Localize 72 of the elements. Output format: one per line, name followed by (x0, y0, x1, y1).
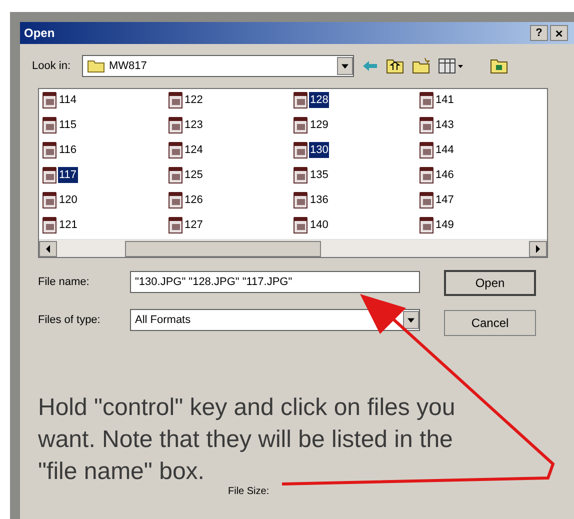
up-folder-icon[interactable] (386, 58, 404, 74)
image-file-icon (42, 191, 58, 209)
desktop-folder-icon[interactable] (490, 58, 508, 74)
file-item[interactable]: 115 (58, 116, 78, 134)
image-file-icon (418, 141, 434, 159)
right-arrow-icon (535, 244, 541, 252)
file-name-label: File name: (38, 274, 90, 290)
image-file-icon (42, 141, 58, 159)
window-title: Open (24, 25, 55, 42)
image-file-icon (418, 166, 434, 184)
image-file-icon (293, 91, 309, 109)
image-file-icon (293, 141, 309, 159)
file-item[interactable]: 149 (434, 216, 455, 234)
horizontal-scrollbar[interactable] (39, 239, 547, 257)
image-file-icon (168, 141, 184, 159)
file-item[interactable]: 123 (184, 116, 204, 134)
file-item[interactable]: 127 (184, 216, 204, 234)
file-item[interactable]: 114 (58, 92, 78, 108)
image-file-icon (293, 166, 309, 184)
file-item[interactable]: 121 (58, 216, 78, 234)
image-file-icon (168, 191, 184, 209)
file-item[interactable]: 122 (184, 92, 204, 108)
file-item[interactable]: 135 (309, 166, 330, 184)
left-arrow-icon (45, 244, 51, 252)
file-item[interactable]: 144 (434, 142, 455, 158)
file-item[interactable]: 128 (309, 92, 330, 108)
file-item[interactable]: 136 (309, 192, 330, 208)
image-file-icon (168, 91, 184, 109)
image-file-icon (293, 216, 309, 234)
image-file-icon (168, 166, 184, 184)
image-file-icon (293, 191, 309, 209)
cancel-button[interactable]: Cancel (444, 310, 536, 336)
file-item[interactable]: 130 (309, 142, 330, 158)
scrollbar-thumb[interactable] (125, 240, 321, 256)
file-item[interactable]: 140 (309, 216, 330, 234)
file-item[interactable]: 141 (434, 92, 455, 108)
image-file-icon (418, 116, 434, 134)
file-size-label: File Size: (228, 485, 270, 499)
close-button[interactable]: × (550, 25, 568, 41)
look-in-dropdown[interactable]: MW817 (82, 55, 354, 77)
image-file-icon (168, 116, 184, 134)
look-in-label: Look in: (32, 58, 72, 74)
file-name-field[interactable]: "130.JPG" "128.JPG" "117.JPG" (130, 271, 420, 293)
image-file-icon (418, 191, 434, 209)
file-item[interactable]: 116 (58, 142, 78, 158)
image-file-icon (168, 216, 184, 234)
new-folder-icon[interactable] (412, 58, 430, 74)
image-file-icon (293, 116, 309, 134)
instruction-text: Hold "control" key and click on files you want. Note that they will be listed in the "file name" box. (38, 393, 456, 486)
file-type-label: Files of type: (38, 312, 102, 328)
file-item[interactable]: 147 (434, 192, 455, 208)
file-item[interactable]: 143 (434, 116, 455, 134)
file-item[interactable]: 117 (58, 166, 78, 184)
scroll-left-button[interactable] (39, 240, 57, 256)
image-file-icon (42, 166, 58, 184)
file-item[interactable]: 126 (184, 192, 204, 208)
scroll-right-button[interactable] (529, 240, 547, 256)
image-file-icon (418, 91, 434, 109)
image-file-icon (42, 116, 58, 134)
folder-icon (87, 59, 105, 73)
file-item[interactable]: 120 (58, 192, 78, 208)
image-file-icon (42, 91, 58, 109)
file-item[interactable]: 124 (184, 142, 204, 158)
open-button[interactable]: Open (444, 270, 536, 296)
file-item[interactable]: 129 (309, 116, 330, 134)
file-item[interactable]: 125 (184, 166, 204, 184)
image-file-icon (42, 216, 58, 234)
view-menu-icon[interactable] (438, 58, 464, 74)
help-button[interactable]: ? (530, 25, 548, 41)
image-file-icon (418, 216, 434, 234)
file-item[interactable]: 146 (434, 166, 455, 184)
file-type-dropdown[interactable]: All Formats (130, 309, 420, 331)
